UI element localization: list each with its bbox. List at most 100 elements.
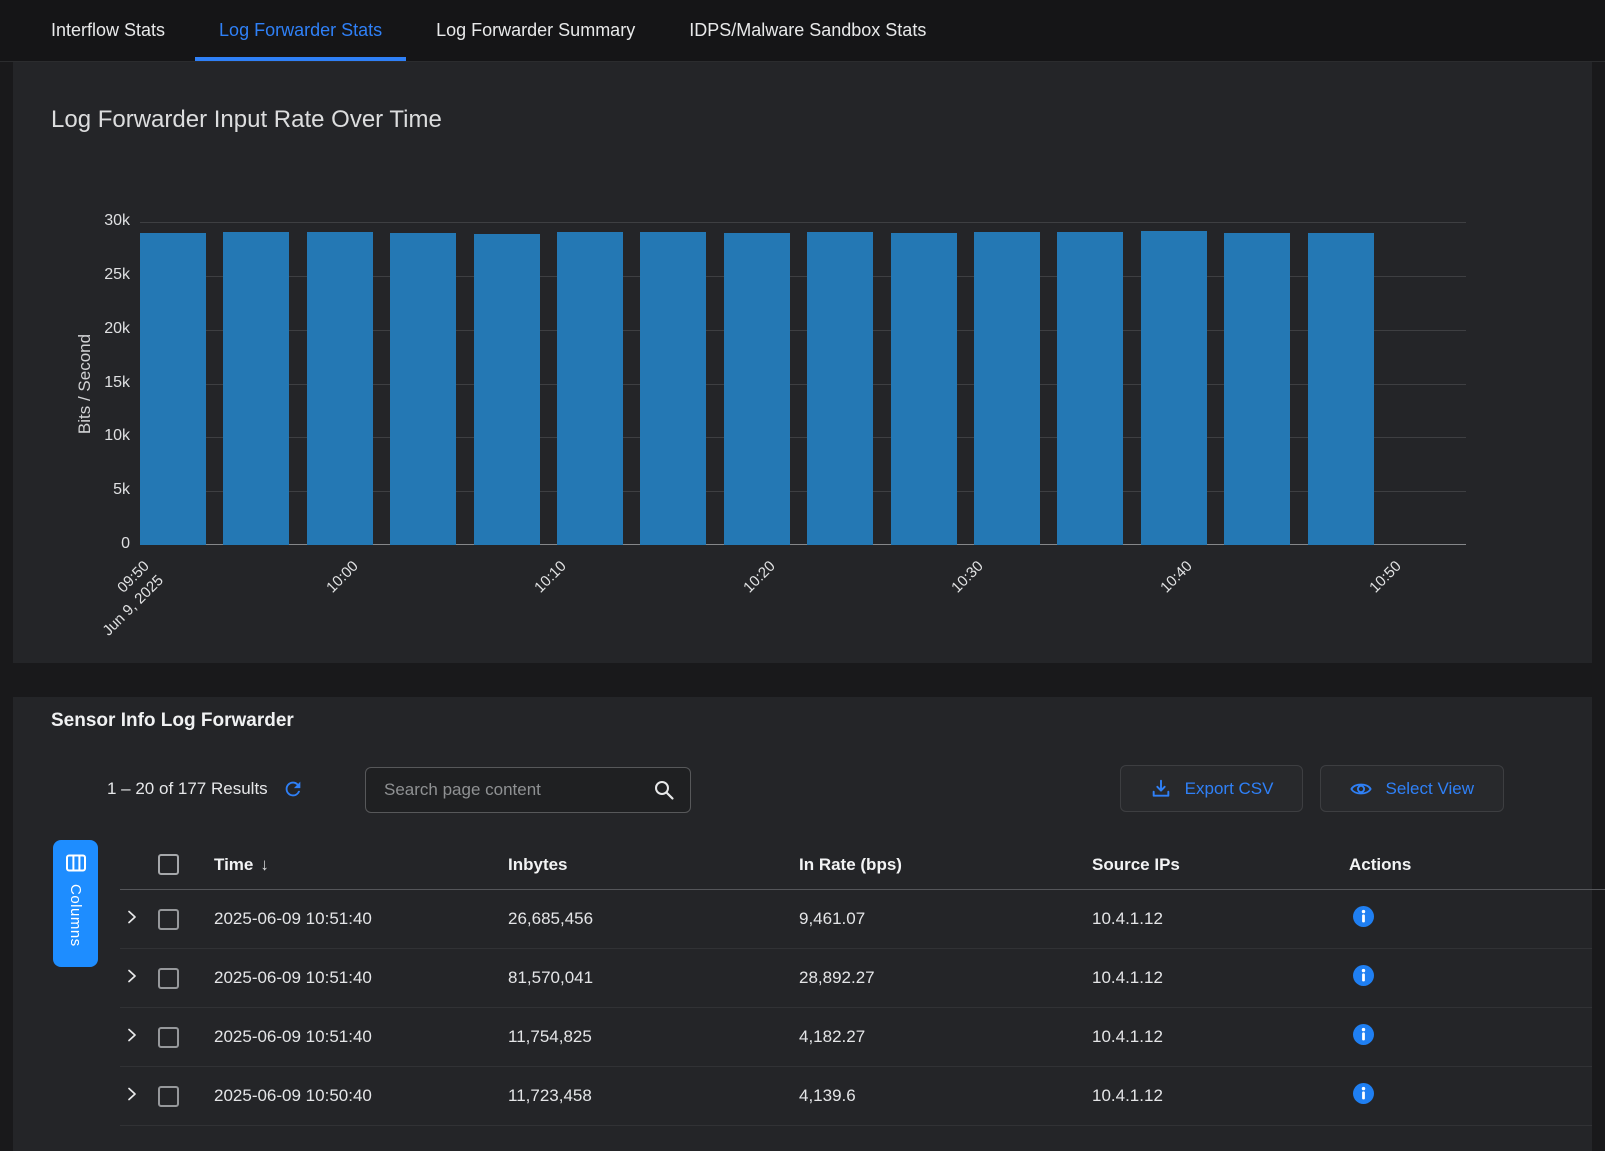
cell-source-ip: 10.4.1.12 bbox=[1092, 909, 1349, 929]
row-checkbox[interactable] bbox=[158, 968, 179, 989]
cell-source-ip: 10.4.1.12 bbox=[1092, 1086, 1349, 1106]
y-tick-label: 15k bbox=[13, 374, 130, 392]
bar bbox=[640, 232, 706, 545]
search-box bbox=[365, 767, 691, 813]
search-input[interactable] bbox=[366, 780, 652, 800]
cell-actions bbox=[1349, 1024, 1592, 1050]
y-tick-label: 20k bbox=[13, 320, 130, 338]
x-tick-label: 10:20 bbox=[739, 557, 780, 598]
bar bbox=[1141, 231, 1207, 545]
bar-chart-plot-area: 09:50Jun 9, 202510:0010:1010:2010:3010:4… bbox=[140, 222, 1466, 545]
bar bbox=[1057, 232, 1123, 545]
cell-actions bbox=[1349, 1083, 1592, 1109]
y-tick-label: 10k bbox=[13, 427, 130, 445]
results-count-text: 1 – 20 of 177 Results bbox=[107, 779, 268, 799]
table-row: 2025-06-09 10:51:4026,685,4569,461.0710.… bbox=[120, 890, 1592, 949]
x-tick-label: 09:50Jun 9, 2025 bbox=[85, 557, 169, 641]
bar bbox=[140, 233, 206, 545]
row-checkbox-cell bbox=[158, 1027, 214, 1048]
chart-panel: Log Forwarder Input Rate Over Time Bits … bbox=[13, 62, 1592, 663]
bar bbox=[974, 232, 1040, 545]
column-header-time[interactable]: Time↓ bbox=[214, 855, 508, 875]
y-tick-label: 0 bbox=[13, 535, 130, 553]
cell-actions bbox=[1349, 965, 1592, 991]
table-header-row: Time↓InbytesIn Rate (bps)Source IPsActio… bbox=[120, 840, 1605, 890]
info-icon[interactable] bbox=[1353, 1083, 1374, 1104]
bar bbox=[1224, 233, 1290, 545]
tab-log-forwarder-stats[interactable]: Log Forwarder Stats bbox=[195, 0, 406, 61]
gridline bbox=[140, 222, 1466, 223]
x-tick-label: 10:00 bbox=[322, 557, 363, 598]
refresh-icon[interactable] bbox=[282, 778, 304, 800]
tab-bar: Interflow StatsLog Forwarder StatsLog Fo… bbox=[0, 0, 1605, 62]
row-expander-cell bbox=[120, 1086, 158, 1107]
chevron-right-icon[interactable] bbox=[124, 909, 140, 925]
tab-log-forwarder-summary[interactable]: Log Forwarder Summary bbox=[412, 0, 659, 61]
chevron-right-icon[interactable] bbox=[124, 1086, 140, 1102]
y-tick-label: 30k bbox=[13, 212, 130, 230]
chevron-right-icon[interactable] bbox=[124, 968, 140, 984]
bar bbox=[390, 233, 456, 545]
row-expander-cell bbox=[120, 968, 158, 989]
tab-idps-malware-sandbox-stats[interactable]: IDPS/Malware Sandbox Stats bbox=[665, 0, 950, 61]
info-icon[interactable] bbox=[1353, 1024, 1374, 1045]
cell-in-rate: 9,461.07 bbox=[799, 909, 1092, 929]
table-row: 2025-06-09 10:50:4011,723,4584,139.610.4… bbox=[120, 1067, 1592, 1126]
bar bbox=[474, 234, 540, 545]
cell-in-rate: 4,139.6 bbox=[799, 1086, 1092, 1106]
column-header-inbytes[interactable]: Inbytes bbox=[508, 855, 799, 875]
row-expander-cell bbox=[120, 909, 158, 930]
column-header-in-rate-bps[interactable]: In Rate (bps) bbox=[799, 855, 1092, 875]
table-row: 2025-06-09 10:51:4011,754,8254,182.2710.… bbox=[120, 1008, 1592, 1067]
cell-source-ip: 10.4.1.12 bbox=[1092, 1027, 1349, 1047]
row-checkbox-cell bbox=[158, 909, 214, 930]
bar bbox=[223, 232, 289, 545]
row-checkbox[interactable] bbox=[158, 1086, 179, 1107]
cell-time: 2025-06-09 10:51:40 bbox=[214, 909, 508, 929]
cell-time: 2025-06-09 10:51:40 bbox=[214, 1027, 508, 1047]
columns-button-label: Columns bbox=[67, 884, 84, 947]
columns-icon bbox=[64, 851, 88, 875]
tab-interflow-stats[interactable]: Interflow Stats bbox=[27, 0, 189, 61]
select-all-checkbox[interactable] bbox=[158, 854, 179, 875]
cell-time: 2025-06-09 10:51:40 bbox=[214, 968, 508, 988]
export-csv-button[interactable]: Export CSV bbox=[1120, 765, 1304, 812]
row-expander-cell bbox=[120, 1027, 158, 1048]
app-root: Interflow StatsLog Forwarder StatsLog Fo… bbox=[0, 0, 1605, 1151]
cell-inbytes: 11,754,825 bbox=[508, 1027, 799, 1047]
search-icon[interactable] bbox=[652, 778, 676, 802]
select-view-button[interactable]: Select View bbox=[1320, 765, 1504, 812]
columns-button[interactable]: Columns bbox=[53, 840, 98, 967]
cell-time: 2025-06-09 10:50:40 bbox=[214, 1086, 508, 1106]
cell-in-rate: 28,892.27 bbox=[799, 968, 1092, 988]
bar bbox=[557, 232, 623, 545]
sort-descending-icon: ↓ bbox=[260, 855, 269, 875]
table-body: 2025-06-09 10:51:4026,685,4569,461.0710.… bbox=[13, 890, 1592, 1126]
cell-inbytes: 81,570,041 bbox=[508, 968, 799, 988]
bar bbox=[724, 233, 790, 545]
chart-title: Log Forwarder Input Rate Over Time bbox=[51, 106, 442, 134]
y-tick-label: 25k bbox=[13, 266, 130, 284]
chevron-right-icon[interactable] bbox=[124, 1027, 140, 1043]
x-tick-label: 10:50 bbox=[1365, 557, 1406, 598]
download-icon bbox=[1150, 778, 1172, 800]
bar bbox=[891, 233, 957, 545]
bar bbox=[307, 232, 373, 545]
y-tick-label: 5k bbox=[13, 481, 130, 499]
x-tick-label: 10:30 bbox=[948, 557, 989, 598]
info-icon[interactable] bbox=[1353, 965, 1374, 986]
column-header-actions[interactable]: Actions bbox=[1349, 855, 1605, 875]
row-checkbox[interactable] bbox=[158, 909, 179, 930]
row-checkbox[interactable] bbox=[158, 1027, 179, 1048]
results-summary: 1 – 20 of 177 Results bbox=[107, 765, 304, 812]
eye-icon bbox=[1350, 778, 1372, 800]
header-checkbox-cell bbox=[158, 854, 214, 875]
cell-inbytes: 11,723,458 bbox=[508, 1086, 799, 1106]
bar bbox=[807, 232, 873, 545]
cell-source-ip: 10.4.1.12 bbox=[1092, 968, 1349, 988]
export-csv-label: Export CSV bbox=[1185, 779, 1274, 799]
row-checkbox-cell bbox=[158, 968, 214, 989]
info-icon[interactable] bbox=[1353, 906, 1374, 927]
column-header-source-ips[interactable]: Source IPs bbox=[1092, 855, 1349, 875]
x-tick-label: 10:40 bbox=[1156, 557, 1197, 598]
